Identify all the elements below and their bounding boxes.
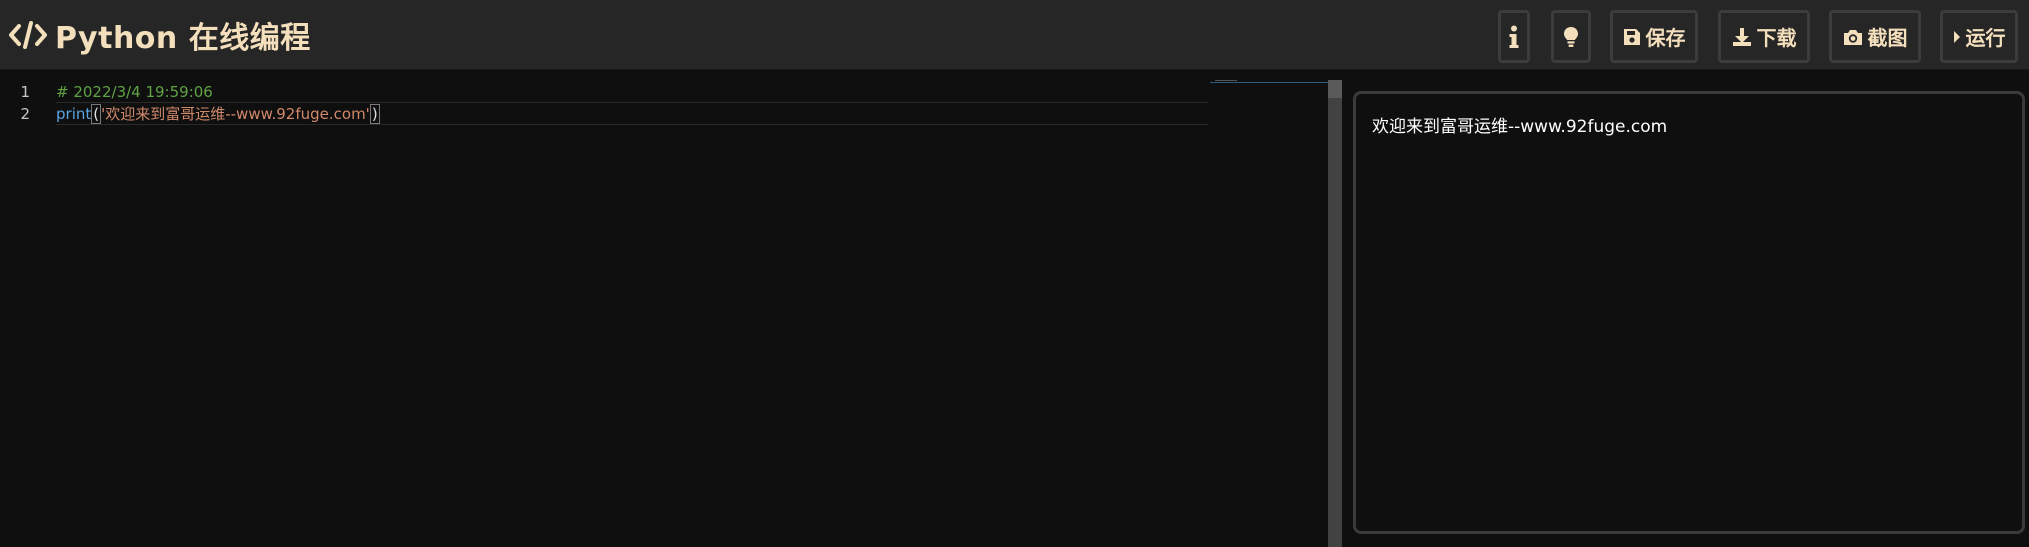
output-panel: 欢迎来到富哥运维--www.92fuge.com	[1353, 91, 2025, 534]
code-line[interactable]: 1 # 2022/3/4 19:59:06	[0, 82, 1210, 103]
code-icon	[9, 20, 47, 50]
brand: Python 在线编程	[9, 14, 311, 56]
page-title: Python 在线编程	[55, 21, 311, 56]
code-editor[interactable]: 1 # 2022/3/4 19:59:06 2 print('欢迎来到富哥运维-…	[0, 70, 1340, 547]
output-text: 欢迎来到富哥运维--www.92fuge.com	[1372, 117, 1668, 137]
run-label: 运行	[1965, 26, 2006, 50]
save-label: 保存	[1645, 26, 1686, 50]
line-separator	[56, 124, 1208, 125]
code-line[interactable]: 2 print('欢迎来到富哥运维--www.92fuge.com')	[0, 104, 1210, 125]
floppy-disk-icon	[1623, 28, 1641, 46]
download-button[interactable]: 下载	[1718, 10, 1810, 63]
code-string: '欢迎来到富哥运维--www.92fuge.com'	[101, 105, 370, 123]
line-separator	[56, 102, 1208, 103]
screenshot-label: 截图	[1867, 26, 1908, 50]
info-icon	[1509, 25, 1519, 49]
play-triangle-icon	[1953, 30, 1961, 44]
line-number: 1	[20, 83, 30, 101]
code-close-paren: )	[369, 104, 380, 124]
lightbulb-icon	[1563, 26, 1579, 48]
line-number: 2	[20, 105, 30, 123]
code-comment: # 2022/3/4 19:59:06	[56, 83, 213, 101]
download-icon	[1732, 27, 1752, 47]
editor-scrollbar-thumb[interactable]	[1328, 80, 1342, 547]
code-keyword: print	[56, 105, 92, 123]
save-button[interactable]: 保存	[1610, 10, 1698, 63]
download-label: 下载	[1756, 26, 1797, 50]
code-open-paren: (	[91, 104, 102, 124]
top-bar: Python 在线编程 保存 下载 截图 运行	[0, 0, 2029, 70]
camera-icon	[1843, 28, 1863, 46]
code-statement: print('欢迎来到富哥运维--www.92fuge.com')	[56, 104, 380, 125]
run-button[interactable]: 运行	[1940, 10, 2018, 63]
editor-scrollbar-handle[interactable]	[1328, 80, 1342, 98]
screenshot-button[interactable]: 截图	[1829, 10, 1921, 63]
hint-button[interactable]	[1551, 10, 1591, 63]
info-button[interactable]	[1498, 10, 1530, 63]
minimap-cursor-line	[1210, 82, 1328, 83]
